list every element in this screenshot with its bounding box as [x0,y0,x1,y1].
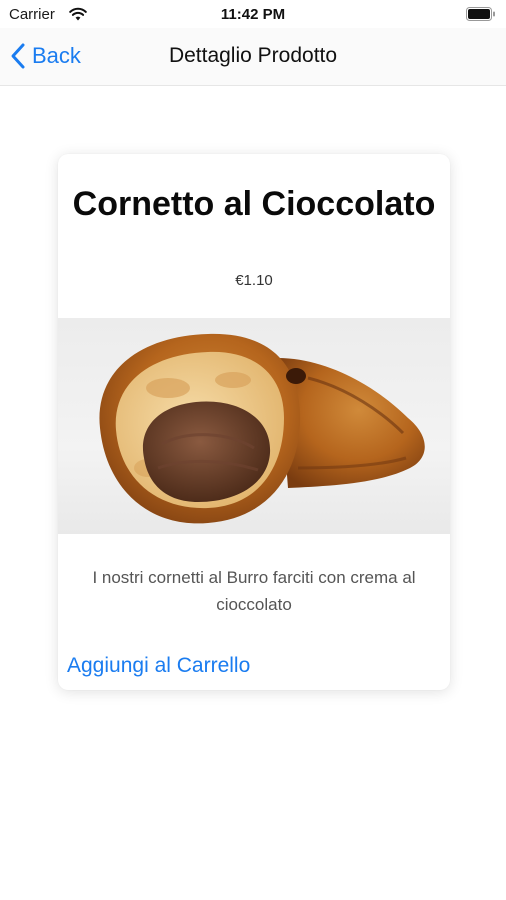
product-title: Cornetto al Cioccolato [72,185,436,223]
page-title: Dettaglio Prodotto [168,44,338,67]
product-card: Cornetto al Cioccolato €1.10 I nostri co… [58,154,450,690]
navigation-bar: Back Dettaglio Prodotto [0,28,506,86]
product-price: €1.10 [235,272,273,289]
add-to-cart-button[interactable]: Aggiungi al Carrello [67,654,250,678]
status-bar: Carrier 11:42 PM [0,0,506,28]
battery-icon [466,7,495,21]
product-image [58,318,450,534]
croissant-illustration [99,333,425,524]
product-description: I nostri cornetti al Burro farciti con c… [92,568,416,614]
status-time: 11:42 PM [220,6,286,23]
